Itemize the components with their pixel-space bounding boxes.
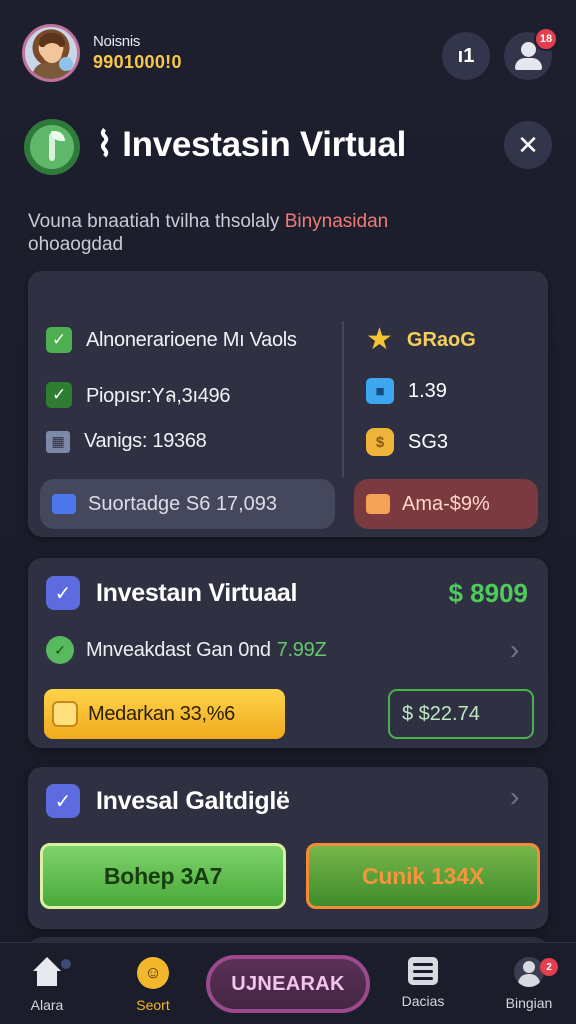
avatar[interactable]	[22, 24, 80, 82]
subtitle-text: Vouna bnaatiah tvilha thsolaly	[28, 211, 280, 232]
side-stat: $ SG3	[366, 428, 448, 456]
stat-row: ✓ Alnonerarioene Mı Vaols	[46, 327, 297, 353]
chevron-right-icon[interactable]: ›	[510, 634, 519, 666]
nav-indicator-dot	[59, 957, 73, 971]
gal-title: Invesal Galtdiglë	[96, 787, 290, 815]
investment-title: Investaın Virtuaal	[96, 579, 298, 607]
stats-card: ✓ Alnonerarioene Mı Vaols ✓ Piopısr:Yล,3…	[28, 271, 548, 537]
investment-amount: $ 8909	[448, 578, 528, 608]
list-icon	[408, 957, 438, 985]
close-icon: ✕	[517, 129, 539, 160]
grid-icon: ▦	[46, 430, 70, 453]
investment-detail-label: Mnveakdast Gan 0nd	[86, 638, 271, 661]
change-pill[interactable]: Ama-$9%	[354, 479, 538, 529]
close-button[interactable]: ✕	[504, 121, 552, 169]
profile-icon	[514, 957, 544, 987]
investment-detail: ✓ Mnveakdast Gan 0nd 7.99Z	[46, 636, 327, 664]
nav-item-home[interactable]: Alara	[2, 957, 92, 1013]
side-stat-value: 1.39	[408, 379, 447, 402]
subtitle-highlight: Binynasidan	[284, 211, 389, 232]
nav-item-profile[interactable]: Bingian	[484, 957, 574, 1011]
nav-notification-badge: 2	[540, 958, 558, 976]
nav-item-data[interactable]: Dacias	[378, 957, 468, 1009]
check-icon: ✓	[46, 382, 72, 408]
subtitle-text-line2: ohoaogdad	[28, 234, 124, 255]
primary-button[interactable]: Bohep 3A7	[40, 843, 286, 909]
divider	[342, 321, 344, 477]
page-title: ⌇ Investasin Virtual	[96, 125, 407, 164]
checkbox-icon: ✓	[46, 784, 80, 818]
summary-pill-label: Suortadge S6 17,093	[88, 492, 278, 515]
check-icon: ✓	[46, 327, 72, 353]
investment-card[interactable]: ✓ Investaın Virtuaal $ 8909 ✓ Mnveakdast…	[28, 558, 548, 748]
stat-row: ▦ Vanigs: 19368	[46, 430, 207, 453]
stat-label: Vanigs: 19368	[84, 430, 207, 452]
investment-detail-value: 7.99Z	[276, 638, 327, 661]
checkbox-icon: ✓	[46, 576, 80, 610]
nav-label: Bingian	[505, 995, 553, 1011]
cube-icon: ■	[366, 378, 394, 404]
nav-label: Seort	[136, 997, 170, 1013]
notification-badge: 18	[534, 27, 558, 51]
bag-icon: $	[366, 428, 394, 456]
nav-item-sport[interactable]: ☺ Seort	[108, 957, 198, 1013]
summary-pill[interactable]: Suortadge S6 17,093	[40, 479, 335, 529]
chevron-right-icon[interactable]: ›	[510, 781, 519, 813]
gal-card[interactable]: ✓ Invesal Galtdiglë › Bohep 3A7 Cunik 13…	[28, 767, 548, 929]
nav-label: Alara	[30, 997, 64, 1013]
stat-row: ✓ Piopısr:Yล,3ı496	[46, 379, 231, 411]
center-action-button[interactable]: UJNEARAK	[206, 955, 370, 1013]
secondary-button[interactable]: Cunik 134X	[306, 843, 540, 909]
side-stat-value: GRaoG	[406, 328, 476, 351]
user-name: Noisnis	[93, 33, 141, 50]
stat-label: Alnonerarioene Mı Vaols	[86, 328, 297, 351]
sprout-icon	[24, 119, 80, 175]
coin-icon	[52, 701, 78, 727]
leaf-icon: ✓	[46, 636, 74, 664]
smile-icon: ☺	[137, 957, 169, 989]
stat-label: Piopısr:Yล,3ı496	[86, 385, 231, 407]
gold-action-button[interactable]: Medarkan 33,%6	[44, 689, 285, 739]
side-stat: ★ GRaoG	[366, 325, 476, 355]
star-icon: ★	[366, 323, 393, 356]
nav-label: Dacias	[401, 993, 445, 1009]
page-subtitle: Vouna bnaatiah tvilha thsolaly Binynasid…	[28, 210, 548, 256]
top-bar: Noisnis 9901000!0 ı1 18	[0, 0, 576, 110]
side-stat: ■ 1.39	[366, 378, 447, 404]
gold-action-label: Medarkan 33,%6	[88, 702, 236, 725]
side-stat-value: SG3	[408, 430, 449, 453]
cube-icon	[52, 494, 76, 514]
amount-display[interactable]: $ $22.74	[388, 689, 534, 739]
tag-icon	[366, 494, 390, 514]
change-pill-label: Ama-$9%	[402, 492, 490, 515]
user-balance: 9901000!0	[93, 52, 182, 72]
count-button[interactable]: ı1	[442, 32, 490, 80]
bottom-nav: Alara ☺ Seort UJNEARAK Dacias Bingian 2	[0, 942, 576, 1024]
